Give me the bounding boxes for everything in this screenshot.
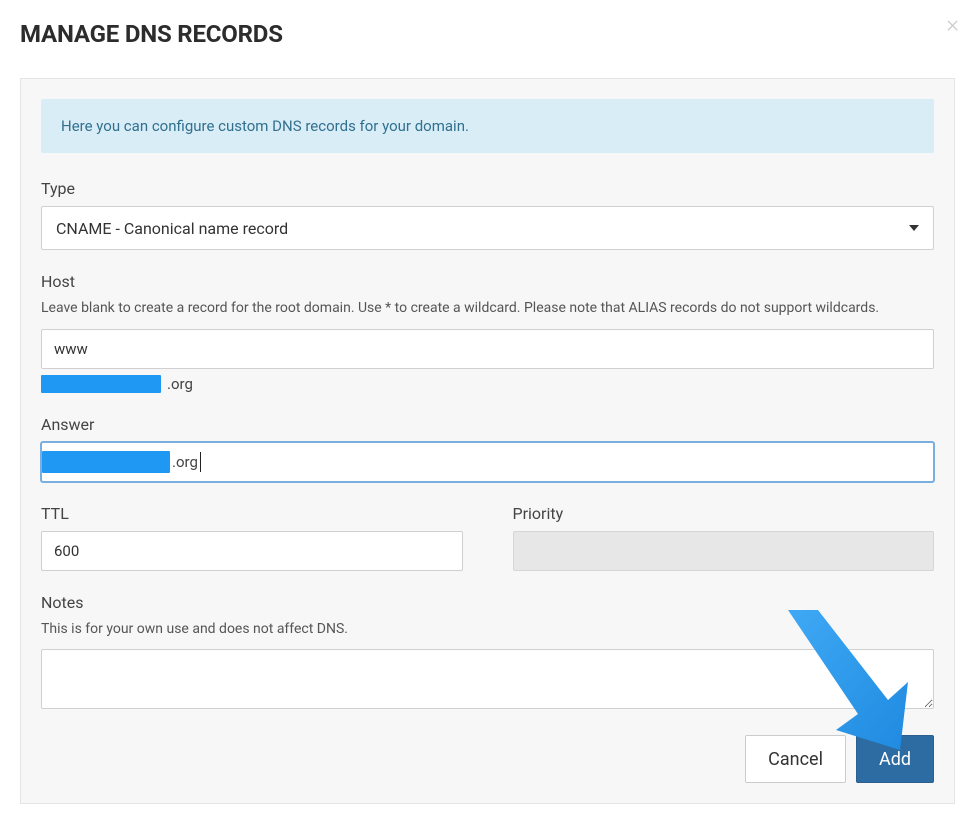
text-cursor [200, 452, 201, 472]
ttl-priority-row: TTL Priority [41, 504, 934, 593]
host-domain-display: .org [41, 375, 934, 393]
info-banner-text: Here you can configure custom DNS record… [61, 117, 469, 135]
type-select-value: CNAME - Canonical name record [56, 219, 288, 238]
answer-field-group: Answer .org [41, 415, 934, 482]
close-icon[interactable]: × [946, 12, 959, 36]
modal-title: MANAGE DNS RECORDS [20, 20, 955, 48]
button-row: Cancel Add [41, 735, 934, 783]
priority-input [513, 531, 935, 571]
answer-input[interactable]: .org [41, 442, 934, 482]
ttl-label: TTL [41, 504, 463, 523]
notes-textarea[interactable] [41, 649, 934, 709]
form-panel: Here you can configure custom DNS record… [20, 78, 955, 804]
add-button[interactable]: Add [856, 735, 934, 783]
ttl-input[interactable] [41, 531, 463, 571]
cancel-button[interactable]: Cancel [745, 735, 846, 783]
host-help: Leave blank to create a record for the r… [41, 299, 934, 319]
host-label: Host [41, 272, 934, 291]
type-label: Type [41, 179, 934, 198]
answer-label: Answer [41, 415, 934, 434]
host-field-group: Host Leave blank to create a record for … [41, 272, 934, 393]
host-input[interactable] [41, 329, 934, 369]
chevron-down-icon [909, 225, 919, 231]
host-domain-suffix: .org [167, 375, 193, 393]
redacted-domain [41, 375, 161, 393]
ttl-field-group: TTL [41, 504, 463, 571]
notes-label: Notes [41, 593, 934, 612]
priority-label: Priority [513, 504, 935, 523]
dns-modal: × MANAGE DNS RECORDS Here you can config… [0, 0, 975, 824]
type-select[interactable]: CNAME - Canonical name record [41, 206, 934, 250]
info-banner: Here you can configure custom DNS record… [41, 99, 934, 153]
priority-field-group: Priority [513, 504, 935, 571]
notes-help: This is for your own use and does not af… [41, 620, 934, 640]
notes-field-group: Notes This is for your own use and does … [41, 593, 934, 714]
redacted-answer [42, 451, 170, 473]
type-field-group: Type CNAME - Canonical name record [41, 179, 934, 250]
answer-domain-suffix: .org [172, 453, 198, 471]
